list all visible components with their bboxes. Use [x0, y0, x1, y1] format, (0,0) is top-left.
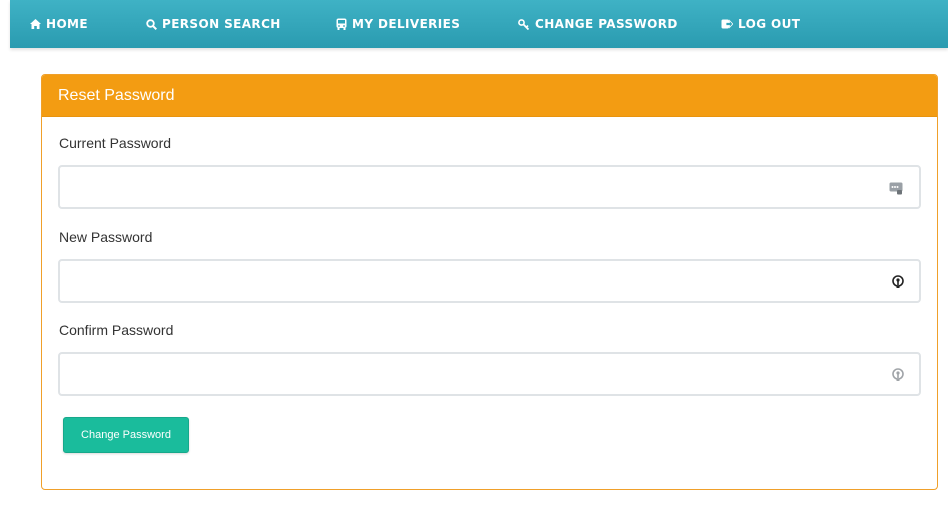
bus-icon	[336, 18, 347, 30]
change-password-button[interactable]: Change Password	[63, 417, 189, 453]
password-key-icon[interactable]	[891, 367, 905, 386]
home-icon	[30, 19, 41, 29]
nav-change-password[interactable]: CHANGE PASSWORD	[518, 0, 678, 48]
reset-password-panel: Reset Password Current Password New Pass…	[41, 74, 938, 490]
top-navbar: HOME PERSON SEARCH MY DELIVERIES CHANGE …	[10, 0, 948, 48]
password-key-icon[interactable]	[891, 274, 905, 293]
nav-home-label: HOME	[46, 17, 88, 31]
nav-home[interactable]: HOME	[30, 0, 88, 48]
nav-person-search-label: PERSON SEARCH	[162, 17, 281, 31]
confirm-password-input[interactable]	[58, 352, 921, 396]
current-password-input[interactable]	[58, 165, 921, 209]
nav-person-search[interactable]: PERSON SEARCH	[146, 0, 281, 48]
new-password-input[interactable]	[58, 259, 921, 303]
nav-my-deliveries[interactable]: MY DELIVERIES	[336, 0, 460, 48]
nav-log-out[interactable]: LOG OUT	[721, 0, 800, 48]
sign-out-icon	[721, 19, 733, 29]
nav-change-password-label: CHANGE PASSWORD	[535, 17, 678, 31]
search-icon	[146, 18, 157, 30]
password-manager-icon[interactable]	[889, 180, 903, 199]
nav-my-deliveries-label: MY DELIVERIES	[352, 17, 461, 31]
nav-log-out-label: LOG OUT	[738, 17, 801, 31]
current-password-label: Current Password	[59, 135, 172, 151]
key-icon	[518, 18, 530, 30]
new-password-label: New Password	[59, 229, 153, 245]
confirm-password-label: Confirm Password	[59, 322, 174, 338]
panel-title: Reset Password	[42, 75, 937, 117]
